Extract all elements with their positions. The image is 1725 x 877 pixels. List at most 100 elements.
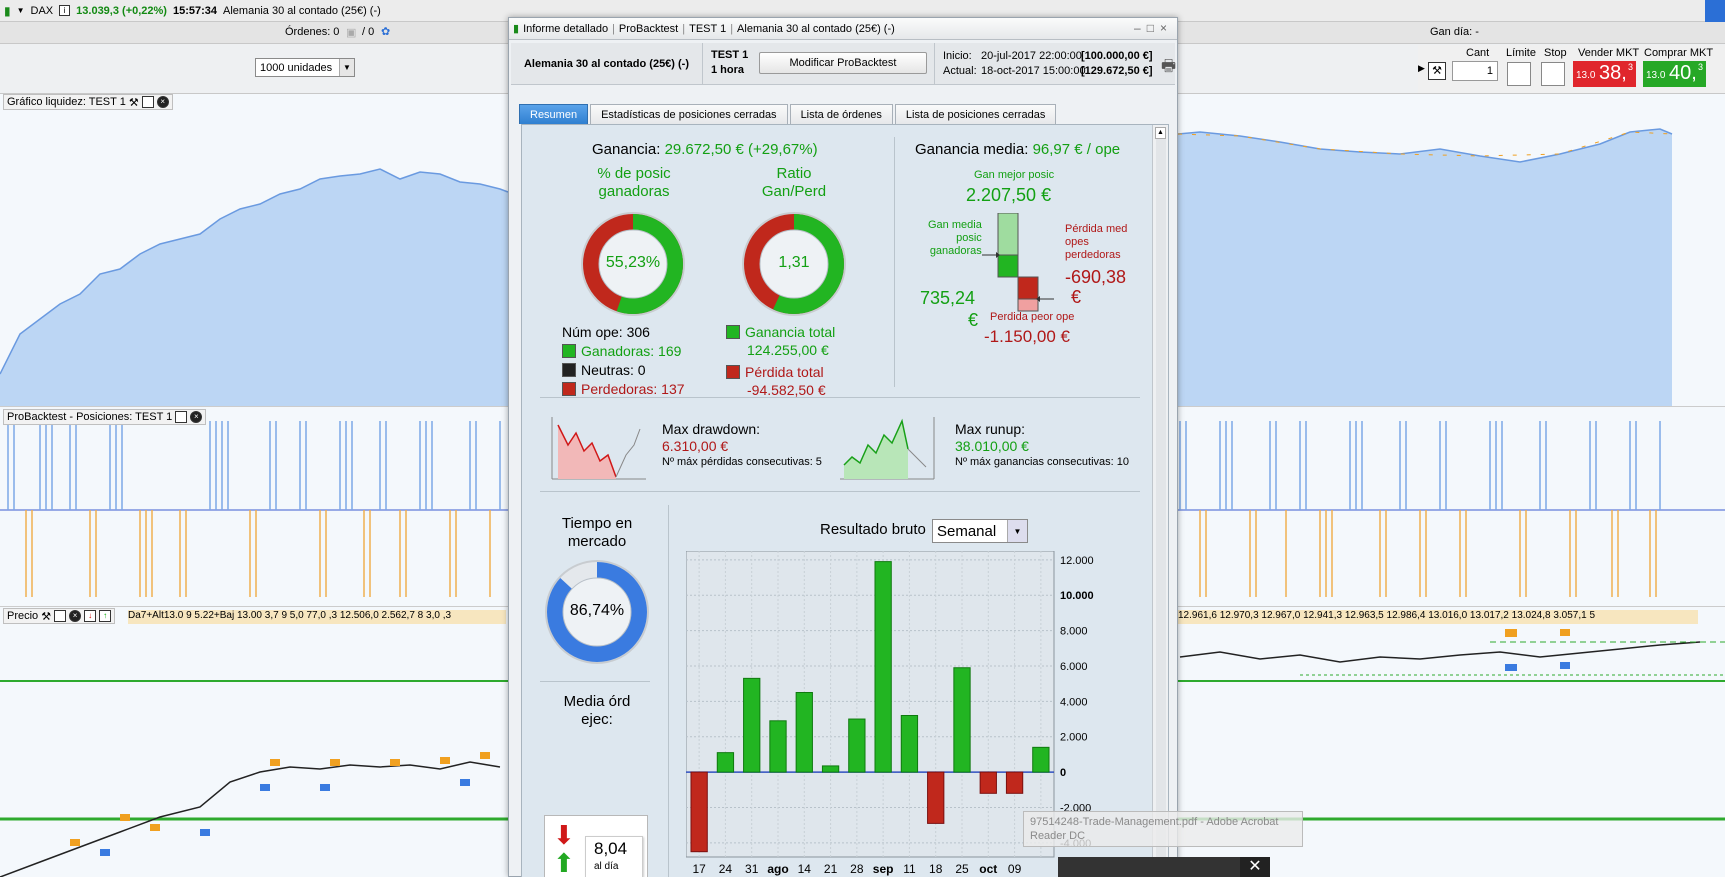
units-select[interactable]: 1000 unidades ▼ [255, 58, 355, 77]
close-icon[interactable]: × [156, 96, 169, 108]
x-tick-label: 24 [719, 862, 733, 876]
scroll-up-icon[interactable]: ▲ [1155, 127, 1166, 139]
orders-icon[interactable]: ▣ [346, 26, 356, 39]
dialog-titlebar[interactable]: ▮ Informe detallado | ProBacktest | TEST… [509, 18, 1177, 40]
bar [900, 714, 919, 773]
taskbar-thumbnail[interactable] [1058, 857, 1240, 877]
info-icon[interactable]: i [59, 5, 71, 16]
tiempo-value: 86,74% [569, 602, 625, 619]
resultado-label: Resultado bruto [820, 521, 926, 538]
perdida-med-label-1: Pérdida med [1065, 223, 1128, 235]
chevron-down-icon[interactable]: ▼ [339, 59, 354, 76]
x-tick-label: 18 [929, 862, 943, 876]
report-dialog: ▮ Informe detallado | ProBacktest | TEST… [508, 17, 1178, 877]
ratio-label-1: Ratio [776, 165, 812, 182]
buy-price-big: 40, [1669, 62, 1697, 84]
maximize-icon[interactable]: □ [1147, 21, 1160, 35]
x-tick-label: 14 [798, 862, 812, 876]
pct-ganadoras-value: 55,23% [605, 254, 661, 271]
collapse-arrow-icon[interactable]: ▶ [1418, 63, 1425, 74]
buy-button[interactable]: 13.0 40, 3 [1643, 61, 1706, 87]
max-drawdown-value: 6.310,00 € [662, 438, 729, 454]
media-ord-unit: al día [594, 861, 619, 872]
perdida-med-value-2: € [1071, 287, 1082, 307]
summary-content: ▲ Ganancia: 29.672,50 € (+29,67%) % de p… [521, 124, 1169, 877]
window-icon[interactable] [175, 411, 188, 423]
orders-label[interactable]: Órdenes: 0 [285, 26, 339, 38]
tooltip-line-2: Reader DC [1030, 830, 1086, 842]
candles-icon[interactable]: ▮ [4, 4, 11, 18]
stop-order-icon[interactable] [1541, 62, 1565, 86]
totals-legend: Ganancia total 124.255,00 € Pérdida tota… [726, 323, 835, 399]
x-tick-label: 21 [824, 862, 838, 876]
x-tick-label: 11 [903, 862, 916, 876]
gan-media-label: Gan media posic ganadoras [928, 219, 982, 258]
window-icon[interactable] [141, 96, 154, 108]
operations-legend: Núm ope: 306 Ganadoras: 169 Neutras: 0 P… [562, 323, 685, 399]
ganancia-label: Ganancia: [592, 141, 661, 158]
perdida-med-value: -690,38 € [1065, 267, 1126, 307]
tab-resumen[interactable]: Resumen [519, 104, 589, 124]
chevron-down-icon[interactable]: ▼ [1007, 520, 1027, 542]
equity-pane-label: Gráfico liquidez: TEST 1 ⚒ × [3, 94, 173, 110]
dialog-header: Alemania 30 al contado (25€) (-) TEST 1 … [511, 43, 1176, 85]
divider [540, 491, 1140, 492]
limit-order-icon[interactable] [1507, 62, 1531, 86]
y-tick-label: 4.000 [1060, 696, 1088, 708]
window-icon[interactable] [54, 610, 67, 622]
close-icon[interactable]: × [1160, 21, 1173, 35]
inicio-value: [100.000,00 €] [1081, 50, 1153, 62]
header-dates: Inicio: 20-jul-2017 22:00:00 [100.000,00… [935, 43, 1176, 85]
close-icon[interactable]: ✕ [1240, 857, 1270, 877]
sell-arrow-icon[interactable]: ↓ [84, 610, 97, 622]
corner-button[interactable] [1705, 0, 1725, 22]
green-square-icon [562, 344, 576, 358]
wrench-icon[interactable]: ⚒ [129, 96, 139, 109]
close-icon[interactable]: × [69, 610, 82, 622]
title-separator: | [612, 22, 615, 35]
buy-arrow-icon[interactable]: ↑ [99, 610, 112, 622]
divider [894, 137, 895, 387]
tab-lista-ordenes[interactable]: Lista de órdenes [789, 104, 893, 124]
media-ord-label-1: Media órd [563, 693, 631, 710]
wrench-icon[interactable]: ⚒ [41, 610, 51, 623]
resultado-period-select[interactable]: Semanal ▼ [932, 519, 1028, 543]
arrow-down-icon: ⬇ [553, 820, 575, 850]
tab-lista-posiciones[interactable]: Lista de posiciones cerradas [894, 104, 1057, 124]
black-square-icon [562, 363, 576, 377]
y-tick-label: 2.000 [1060, 732, 1088, 744]
price-pane-title: Precio [7, 610, 39, 622]
gear-icon[interactable]: ✿ [381, 25, 390, 38]
max-ganancias-consec: Nº máx ganancias consecutivas: 10 [955, 456, 1129, 468]
dialog-title-part: Alemania 30 al contado (25€) (-) [737, 22, 895, 35]
close-icon[interactable]: × [190, 411, 203, 423]
symbol-label[interactable]: DAX [31, 5, 54, 17]
tiempo-label-1: Tiempo en [561, 515, 633, 532]
dropdown-arrow-icon[interactable]: ▼ [17, 6, 25, 15]
dialog-tabs: Resumen Estadísticas de posiciones cerra… [519, 104, 1057, 124]
ganancia-row: Ganancia: 29.672,50 € (+29,67%) [592, 141, 818, 158]
inicio-label: Inicio: [943, 50, 972, 62]
wrench-icon[interactable]: ⚒ [1428, 62, 1446, 80]
title-separator: | [682, 22, 686, 35]
sell-price-small: 13.0 [1576, 70, 1596, 81]
ganancia-value: 29.672,50 € (+29,67%) [664, 141, 818, 158]
taskbar-tooltip: 97514248-Trade-Management.pdf - Adobe Ac… [1023, 811, 1303, 847]
print-icon[interactable]: 🖶 [1161, 55, 1176, 82]
price-pane-label: Precio ⚒ × ↓ ↑ [3, 608, 116, 624]
perdida-total-label: Pérdida total [745, 364, 824, 380]
minimize-icon[interactable]: – [1134, 21, 1147, 35]
sell-button[interactable]: 13.0 38, 3 [1573, 61, 1636, 87]
y-tick-label: 8.000 [1060, 626, 1088, 638]
x-tick-label: oct [979, 862, 997, 876]
tab-estadisticas[interactable]: Estadísticas de posiciones cerradas [590, 104, 788, 124]
runup-sparkline [840, 417, 935, 480]
modify-probacktest-button[interactable]: Modificar ProBacktest [759, 52, 927, 74]
bar [821, 765, 840, 773]
positions-pane-label: ProBacktest - Posiciones: TEST 1 × [3, 409, 207, 425]
dialog-title-part: ProBacktest [618, 22, 679, 35]
sell-price-big: 38, [1599, 62, 1627, 84]
quantity-input[interactable]: 1 [1452, 61, 1498, 81]
actual-label: Actual: [943, 65, 977, 77]
actual-date: 18-oct-2017 15:00:00 [981, 65, 1086, 77]
